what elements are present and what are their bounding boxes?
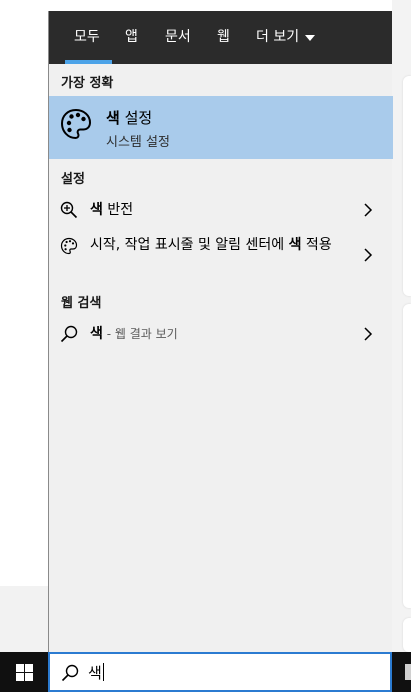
best-match-result[interactable]: 색 설정 시스템 설정 [49, 96, 393, 159]
section-heading-settings: 설정 [61, 172, 85, 187]
settings-result-label: 색 반전 [90, 199, 133, 221]
desktop-background [0, 0, 48, 586]
tab-web[interactable]: 웹 [217, 11, 230, 64]
best-match-title-rest: 설정 [119, 109, 153, 127]
result-bold-term: 색 [90, 202, 103, 218]
result-label-text: 시작, 작업 표시줄 및 알림 센터에 [90, 237, 289, 253]
start-button[interactable] [0, 652, 48, 692]
windows-logo-icon [15, 663, 33, 681]
section-heading-best-match: 가장 정확 [61, 76, 114, 91]
search-box[interactable]: 색 [48, 652, 392, 692]
settings-result-taskbar-color[interactable]: 시작, 작업 표시줄 및 알림 센터에 색 적용 [49, 233, 393, 277]
search-icon [60, 325, 78, 343]
background-card [403, 618, 411, 652]
tab-more[interactable]: 더 보기 [256, 11, 316, 64]
result-label-rest: 반전 [102, 202, 134, 218]
tab-documents[interactable]: 문서 [165, 11, 191, 64]
tab-apps[interactable]: 앱 [125, 11, 138, 64]
best-match-title: 색 설정 [106, 107, 152, 128]
result-bold-term: 색 [288, 237, 302, 253]
search-panel: 모두 앱 문서 웹 더 보기 가장 정확 색 설정 시스템 설정 설정 색 반전… [48, 11, 393, 652]
section-heading-web-search: 웹 검색 [61, 296, 102, 311]
chevron-right-icon[interactable] [362, 203, 374, 217]
settings-result-label: 시작, 작업 표시줄 및 알림 센터에 색 적용 [90, 234, 350, 256]
desktop-background-strip [0, 586, 48, 652]
web-result-suffix: - 웹 결과 보기 [102, 327, 178, 341]
taskbar-next-item[interactable] [404, 652, 411, 692]
palette-icon [60, 237, 78, 255]
search-query-text: 색 [88, 664, 102, 682]
active-tab-indicator [65, 60, 112, 64]
web-result-label: 색 - 웹 결과 보기 [90, 323, 178, 345]
search-icon [61, 664, 79, 682]
caret-down-icon [305, 34, 316, 41]
palette-icon [60, 108, 92, 140]
best-match-subtitle: 시스템 설정 [106, 135, 170, 150]
settings-result-invert-colors[interactable]: 색 반전 [49, 198, 393, 222]
web-result-query: 색 [90, 326, 103, 342]
background-card [403, 304, 411, 608]
filter-tab-bar: 모두 앱 문서 웹 더 보기 [49, 11, 392, 64]
result-label-text-end: 적용 [301, 237, 332, 253]
background-card [403, 76, 411, 296]
chevron-right-icon[interactable] [362, 248, 374, 262]
web-search-result[interactable]: 색 - 웹 결과 보기 [49, 322, 393, 346]
chevron-right-icon[interactable] [362, 327, 374, 341]
tab-all[interactable]: 모두 [74, 11, 100, 64]
magnifier-plus-icon [60, 201, 78, 219]
search-input[interactable]: 색 [88, 662, 104, 683]
best-match-title-bold: 색 [106, 109, 120, 127]
text-cursor [102, 663, 104, 681]
tab-more-label: 더 보기 [256, 29, 300, 45]
